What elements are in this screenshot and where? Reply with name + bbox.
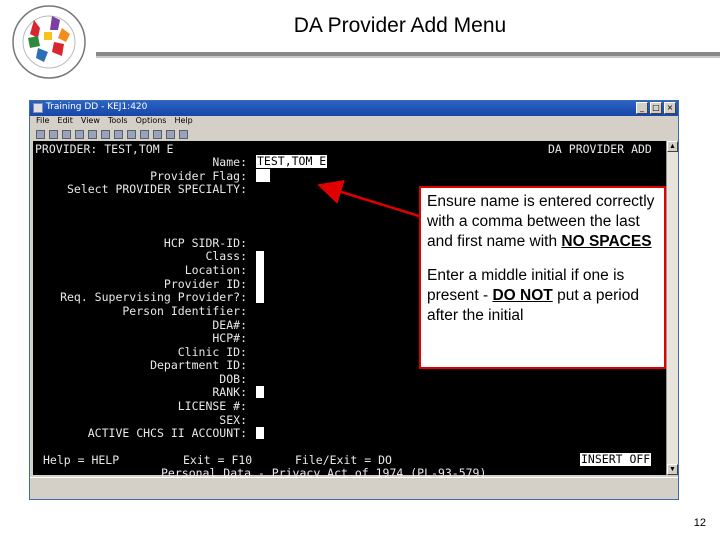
folder-icon[interactable] [127, 129, 136, 139]
callout-name-instruction: Ensure name is entered correctly with a … [427, 193, 655, 250]
header-screen-name: DA PROVIDER ADD [548, 142, 652, 156]
no-spaces-emphasis: NO SPACES [561, 233, 652, 250]
help-icon[interactable] [179, 129, 188, 139]
paste-icon[interactable] [114, 129, 123, 139]
keyboard-icon[interactable] [166, 129, 175, 139]
conference-logo [12, 5, 86, 79]
cut-icon[interactable] [88, 129, 97, 139]
print-icon[interactable] [75, 129, 84, 139]
menu-bar: File Edit View Tools Options Help [30, 116, 678, 127]
name-label: Name: [212, 155, 247, 169]
supervising-provider-label: Req. Supervising Provider?: [60, 290, 247, 304]
window-titlebar[interactable]: Training DD - KEJ1:420 _ □ × [30, 101, 678, 116]
do-not-emphasis: DO NOT [492, 287, 553, 304]
header-provider: PROVIDER: TEST,TOM E [35, 142, 174, 156]
license-label: LICENSE #: [177, 399, 247, 413]
settings-icon[interactable] [153, 129, 162, 139]
person-identifier-label: Person Identifier: [122, 304, 247, 318]
title-divider-shadow [96, 56, 720, 58]
status-bar [30, 477, 678, 499]
save-icon[interactable] [62, 129, 71, 139]
footer-help: Help = HELP [43, 453, 120, 467]
slide-title: DA Provider Add Menu [293, 14, 507, 37]
provider-flag-field[interactable] [256, 169, 270, 182]
folder-icon[interactable] [140, 129, 149, 139]
vertical-scrollbar[interactable]: ▲ ▼ [666, 141, 678, 475]
chcs-account-label: ACTIVE CHCS II ACCOUNT: [87, 426, 247, 440]
maximize-icon[interactable]: □ [650, 102, 662, 114]
name-field[interactable]: TEST,TOM E [256, 155, 328, 168]
menu-help[interactable]: Help [174, 116, 192, 127]
menu-view[interactable]: View [81, 116, 100, 127]
scroll-up-icon[interactable]: ▲ [667, 141, 678, 152]
minimize-icon[interactable]: _ [636, 102, 648, 114]
menu-tools[interactable]: Tools [108, 116, 128, 127]
hcp-label: HCP#: [212, 331, 247, 345]
callout-initial-instruction: Enter a middle initial if one is present… [427, 267, 639, 324]
scroll-down-icon[interactable]: ▼ [667, 464, 678, 475]
department-id-label: Department ID: [150, 358, 247, 372]
specialty-label: Select PROVIDER SPECIALTY: [66, 182, 247, 196]
copy-icon[interactable] [101, 129, 110, 139]
close-icon[interactable]: × [664, 102, 676, 114]
chcs-account-field[interactable] [256, 427, 264, 439]
rank-field[interactable] [256, 386, 264, 398]
menu-options[interactable]: Options [136, 116, 167, 127]
new-icon[interactable] [36, 129, 45, 139]
page-number: 12 [693, 517, 706, 529]
open-icon[interactable] [49, 129, 58, 139]
instruction-callout: Ensure name is entered correctly with a … [419, 186, 666, 369]
toolbar [30, 127, 678, 141]
menu-file[interactable]: File [36, 116, 49, 127]
menu-edit[interactable]: Edit [57, 116, 73, 127]
window-title: Training DD - KEJ1:420 [46, 102, 148, 112]
insert-mode-indicator: INSERT OFF [580, 452, 652, 466]
class-label: Class: [205, 249, 247, 263]
class-location-fields[interactable] [256, 251, 264, 303]
app-icon [33, 103, 43, 113]
rank-label: RANK: [212, 385, 247, 399]
location-label: Location: [184, 263, 247, 277]
